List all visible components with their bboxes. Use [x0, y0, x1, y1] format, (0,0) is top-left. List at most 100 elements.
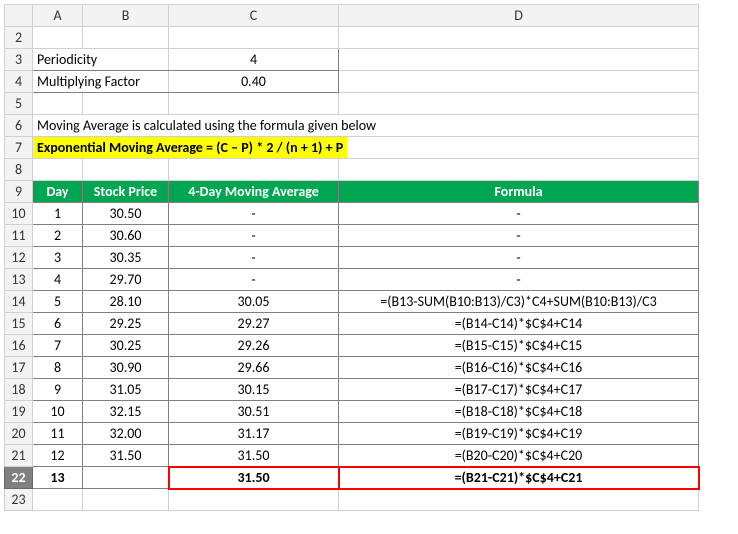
- cell[interactable]: [83, 159, 169, 181]
- result-mavg[interactable]: 31.50: [169, 467, 339, 489]
- row-header[interactable]: 10: [5, 203, 33, 225]
- cell-price[interactable]: 29.25: [83, 313, 169, 335]
- cell-formula[interactable]: -: [339, 269, 699, 291]
- cell-price[interactable]: 32.15: [83, 401, 169, 423]
- row-header[interactable]: 7: [5, 137, 33, 159]
- cell[interactable]: [169, 159, 339, 181]
- cell-formula[interactable]: =(B14-C14)*$C$4+C14: [339, 313, 699, 335]
- cell-mavg[interactable]: 29.26: [169, 335, 339, 357]
- cell-mavg[interactable]: -: [169, 247, 339, 269]
- cell-day[interactable]: 7: [33, 335, 83, 357]
- cell-mavg[interactable]: 30.15: [169, 379, 339, 401]
- cell-mavg[interactable]: 30.51: [169, 401, 339, 423]
- cell-mavg[interactable]: -: [169, 269, 339, 291]
- header-day[interactable]: Day: [33, 181, 83, 203]
- highlight-cell[interactable]: Exponential Moving Average = (C – P) * 2…: [33, 137, 699, 159]
- cell[interactable]: [33, 489, 83, 511]
- cell-price[interactable]: 30.50: [83, 203, 169, 225]
- cell-formula[interactable]: -: [339, 203, 699, 225]
- row-header[interactable]: 8: [5, 159, 33, 181]
- row-header[interactable]: 17: [5, 357, 33, 379]
- factor-value[interactable]: 0.40: [169, 71, 339, 93]
- cell[interactable]: [83, 93, 169, 115]
- cell-formula[interactable]: =(B20-C20)*$C$4+C20: [339, 445, 699, 467]
- header-mavg[interactable]: 4-Day Moving Average: [169, 181, 339, 203]
- cell-day[interactable]: 4: [33, 269, 83, 291]
- cell-day[interactable]: 3: [33, 247, 83, 269]
- cell-formula[interactable]: =(B18-C18)*$C$4+C18: [339, 401, 699, 423]
- cell-day[interactable]: 6: [33, 313, 83, 335]
- cell-day[interactable]: 10: [33, 401, 83, 423]
- cell-day[interactable]: 1: [33, 203, 83, 225]
- row-header[interactable]: 12: [5, 247, 33, 269]
- cell[interactable]: [339, 49, 699, 71]
- result-day[interactable]: 13: [33, 467, 83, 489]
- cell[interactable]: [83, 489, 169, 511]
- cell[interactable]: [339, 159, 699, 181]
- cell-mavg[interactable]: -: [169, 203, 339, 225]
- factor-label[interactable]: Multiplying Factor: [33, 71, 169, 93]
- cell[interactable]: [339, 27, 699, 49]
- cell[interactable]: [169, 93, 339, 115]
- cell-mavg[interactable]: 29.66: [169, 357, 339, 379]
- col-header-d[interactable]: D: [339, 5, 699, 27]
- row-header-selected[interactable]: 22: [5, 467, 33, 489]
- col-header-c[interactable]: C: [169, 5, 339, 27]
- cell[interactable]: [169, 27, 339, 49]
- spreadsheet-grid[interactable]: A B C D 2 3 Periodicity 4 4 Multiplying …: [4, 4, 700, 511]
- row-header[interactable]: 18: [5, 379, 33, 401]
- select-all-corner[interactable]: [5, 5, 33, 27]
- cell-mavg[interactable]: 30.05: [169, 291, 339, 313]
- periodicity-label[interactable]: Periodicity: [33, 49, 169, 71]
- col-header-b[interactable]: B: [83, 5, 169, 27]
- row-header[interactable]: 19: [5, 401, 33, 423]
- cell-price[interactable]: 30.60: [83, 225, 169, 247]
- row-header[interactable]: 6: [5, 115, 33, 137]
- cell[interactable]: [83, 27, 169, 49]
- cell-formula[interactable]: -: [339, 225, 699, 247]
- cell-formula[interactable]: =(B19-C19)*$C$4+C19: [339, 423, 699, 445]
- row-header[interactable]: 21: [5, 445, 33, 467]
- cell-day[interactable]: 11: [33, 423, 83, 445]
- cell-formula[interactable]: =(B13-SUM(B10:B13)/C3)*C4+SUM(B10:B13)/C…: [339, 291, 699, 313]
- cell-price[interactable]: 28.10: [83, 291, 169, 313]
- cell-price[interactable]: 31.50: [83, 445, 169, 467]
- cell-day[interactable]: 8: [33, 357, 83, 379]
- cell-price[interactable]: 30.35: [83, 247, 169, 269]
- row-header[interactable]: 20: [5, 423, 33, 445]
- cell-day[interactable]: 12: [33, 445, 83, 467]
- row-header[interactable]: 14: [5, 291, 33, 313]
- row-header[interactable]: 4: [5, 71, 33, 93]
- row-header[interactable]: 13: [5, 269, 33, 291]
- cell-price[interactable]: 29.70: [83, 269, 169, 291]
- cell-day[interactable]: 2: [33, 225, 83, 247]
- cell-formula[interactable]: -: [339, 247, 699, 269]
- row-header[interactable]: 23: [5, 489, 33, 511]
- cell-formula[interactable]: =(B15-C15)*$C$4+C15: [339, 335, 699, 357]
- cell-formula[interactable]: =(B17-C17)*$C$4+C17: [339, 379, 699, 401]
- row-header[interactable]: 15: [5, 313, 33, 335]
- cell[interactable]: [339, 489, 699, 511]
- periodicity-value[interactable]: 4: [169, 49, 339, 71]
- cell-day[interactable]: 5: [33, 291, 83, 313]
- cell-day[interactable]: 9: [33, 379, 83, 401]
- note-text[interactable]: Moving Average is calculated using the f…: [33, 115, 699, 137]
- row-header[interactable]: 2: [5, 27, 33, 49]
- cell[interactable]: [33, 159, 83, 181]
- cell-mavg[interactable]: 29.27: [169, 313, 339, 335]
- cell-mavg[interactable]: 31.50: [169, 445, 339, 467]
- col-header-a[interactable]: A: [33, 5, 83, 27]
- row-header[interactable]: 11: [5, 225, 33, 247]
- cell-formula[interactable]: =(B16-C16)*$C$4+C16: [339, 357, 699, 379]
- cell[interactable]: [339, 93, 699, 115]
- cell-price[interactable]: 30.90: [83, 357, 169, 379]
- result-price[interactable]: [83, 467, 169, 489]
- cell[interactable]: [339, 71, 699, 93]
- cell-price[interactable]: 31.05: [83, 379, 169, 401]
- cell[interactable]: [169, 489, 339, 511]
- cell[interactable]: [33, 27, 83, 49]
- cell-price[interactable]: 30.25: [83, 335, 169, 357]
- column-header-row[interactable]: A B C D: [5, 5, 699, 27]
- header-price[interactable]: Stock Price: [83, 181, 169, 203]
- cell-mavg[interactable]: 31.17: [169, 423, 339, 445]
